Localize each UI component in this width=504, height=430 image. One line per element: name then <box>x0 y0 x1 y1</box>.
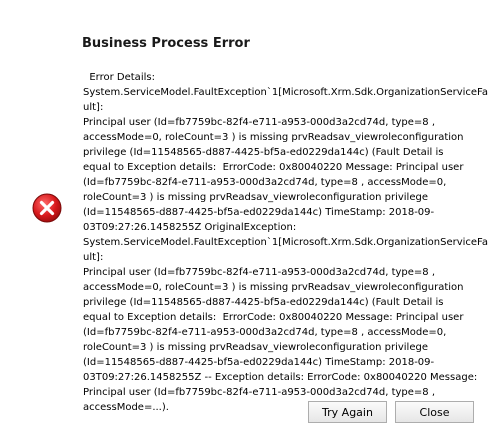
error-circle-icon <box>32 193 62 223</box>
error-details-text: Error Details: System.ServiceModel.Fault… <box>83 72 489 413</box>
dialog-title: Business Process Error <box>82 36 250 51</box>
try-again-button[interactable]: Try Again <box>308 401 387 423</box>
error-dialog: Business Process Error Error Details: Sy… <box>0 0 504 430</box>
close-button[interactable]: Close <box>395 401 474 423</box>
